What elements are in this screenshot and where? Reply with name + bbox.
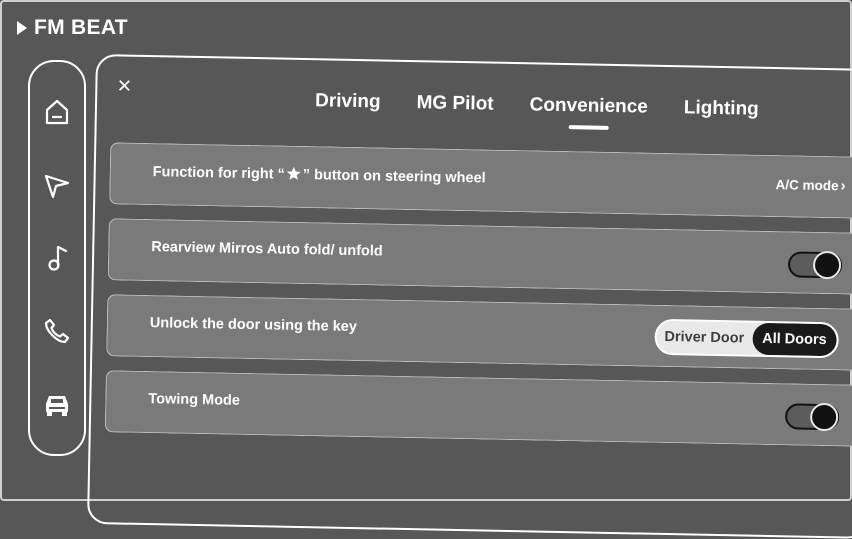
row-label: Rearview Mirros Auto fold/ unfold xyxy=(151,239,383,260)
navigation-icon xyxy=(44,175,70,199)
chevron-right-icon: › xyxy=(840,177,846,195)
row-label: Unlock the door using the key xyxy=(149,315,358,336)
key-unlock-row: Unlock the door using the key Driver Doo… xyxy=(106,294,852,371)
radio-station-label: FM BEAT xyxy=(34,16,128,39)
car-icon xyxy=(46,395,68,416)
ac-mode-selector[interactable]: A/C mode › xyxy=(775,176,845,194)
close-button[interactable]: × xyxy=(117,72,132,99)
tab-mg-pilot[interactable]: MG Pilot xyxy=(416,92,493,115)
play-icon xyxy=(16,20,28,36)
towing-mode-row: Towing Mode xyxy=(104,370,852,447)
row-label: Towing Mode xyxy=(148,391,241,409)
vehicle-button[interactable] xyxy=(37,384,77,424)
settings-list: Function for right “” button on steering… xyxy=(104,142,852,461)
mirror-fold-toggle[interactable] xyxy=(787,250,843,280)
music-button[interactable] xyxy=(37,238,77,278)
home-button[interactable] xyxy=(37,92,77,132)
steering-button-function-row[interactable]: Function for right “” button on steering… xyxy=(109,142,852,219)
toggle-knob xyxy=(809,402,839,432)
driver-door-option[interactable]: Driver Door xyxy=(656,321,752,355)
music-note-icon xyxy=(48,245,68,271)
towing-mode-toggle[interactable] xyxy=(784,402,840,432)
settings-tabs: Driving MG Pilot Convenience Lighting xyxy=(315,90,759,121)
now-playing[interactable]: FM BEAT xyxy=(16,16,128,40)
sidebar-nav xyxy=(28,60,86,456)
all-doors-option[interactable]: All Doors xyxy=(751,322,837,357)
phone-button[interactable] xyxy=(37,311,77,351)
tab-lighting[interactable]: Lighting xyxy=(684,97,759,120)
unlock-door-segmented-control: Driver Door All Doors xyxy=(654,318,839,359)
home-icon xyxy=(45,100,69,125)
navigation-button[interactable] xyxy=(37,165,77,205)
tab-driving[interactable]: Driving xyxy=(315,90,381,113)
settings-panel: × Driving MG Pilot Convenience Lighting … xyxy=(86,54,852,539)
toggle-knob xyxy=(812,250,842,280)
star-icon xyxy=(286,166,301,180)
phone-icon xyxy=(44,318,70,343)
tab-convenience[interactable]: Convenience xyxy=(529,94,648,118)
mirror-auto-fold-row: Rearview Mirros Auto fold/ unfold xyxy=(107,218,852,295)
row-label: Function for right “” button on steering… xyxy=(152,164,486,187)
